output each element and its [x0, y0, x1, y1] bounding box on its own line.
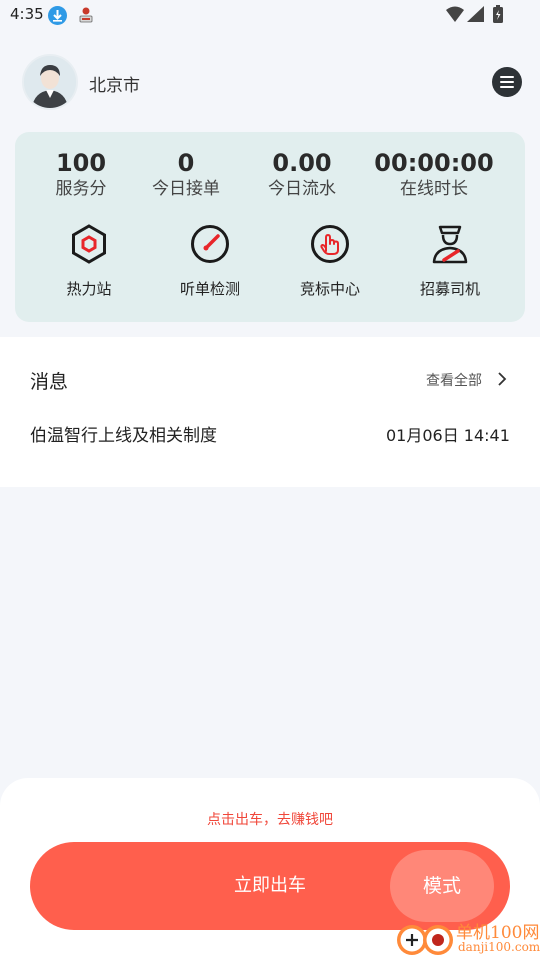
app-notification-icon — [76, 5, 96, 25]
tool-label: 热力站 — [66, 280, 112, 298]
stat-value: 00:00:00 — [374, 149, 494, 177]
stat-online-time: 00:00:00 在线时长 — [370, 148, 498, 200]
city-label[interactable]: 北京市 — [89, 71, 140, 96]
watermark-logo-icon — [397, 925, 453, 955]
message-section: 消息 查看全部 伯温智行上线及相关制度 01月06日 14:41 — [0, 337, 540, 487]
tool-bidding-center[interactable]: 竞标中心 — [266, 222, 394, 299]
tool-label: 听单检测 — [179, 280, 240, 298]
chevron-right-icon[interactable] — [495, 371, 509, 387]
stat-today-orders: 0 今日接单 — [122, 148, 250, 200]
hexagon-icon — [72, 224, 106, 264]
tool-heat-station[interactable]: 热力站 — [25, 222, 153, 299]
hint-text: 点击出车，去赚钱吧 — [207, 812, 333, 828]
stat-label: 今日流水 — [268, 179, 336, 199]
stat-label: 在线时长 — [400, 179, 468, 199]
avatar[interactable] — [24, 56, 76, 108]
message-title: 消息 — [30, 371, 69, 393]
tap-hand-icon — [311, 225, 349, 263]
signal-icon — [467, 6, 484, 26]
message-item-text[interactable]: 伯温智行上线及相关制度 — [30, 421, 217, 446]
stat-today-flow: 0.00 今日流水 — [238, 148, 366, 200]
driver-icon — [432, 225, 468, 264]
view-all-link[interactable]: 查看全部 — [426, 370, 482, 390]
download-icon — [48, 6, 67, 25]
wifi-icon — [446, 6, 464, 26]
tool-recruit-driver[interactable]: 招募司机 — [386, 222, 514, 299]
watermark: 单机100网 danji100.com — [388, 916, 540, 960]
battery-icon — [493, 5, 503, 27]
menu-button[interactable] — [492, 67, 522, 97]
stat-value: 0.00 — [272, 149, 332, 177]
tool-label: 招募司机 — [419, 280, 480, 298]
menu-icon — [500, 76, 514, 78]
stat-value: 0 — [177, 149, 195, 177]
status-time: 4:35 — [10, 5, 44, 23]
stats-card: 100 服务分 0 今日接单 0.00 今日流水 00:00:00 在线时长 热… — [15, 132, 525, 322]
watermark-url: danji100.com — [458, 940, 540, 954]
message-item-date: 01月06日 14:41 — [386, 426, 510, 445]
gauge-icon — [191, 225, 229, 263]
stat-label: 今日接单 — [152, 179, 220, 199]
status-bar: 4:35 — [0, 0, 540, 32]
tool-label: 竞标中心 — [299, 280, 360, 298]
header: 北京市 — [0, 50, 540, 116]
tool-listen-check[interactable]: 听单检测 — [146, 222, 274, 299]
mode-button[interactable]: 模式 — [390, 850, 494, 922]
